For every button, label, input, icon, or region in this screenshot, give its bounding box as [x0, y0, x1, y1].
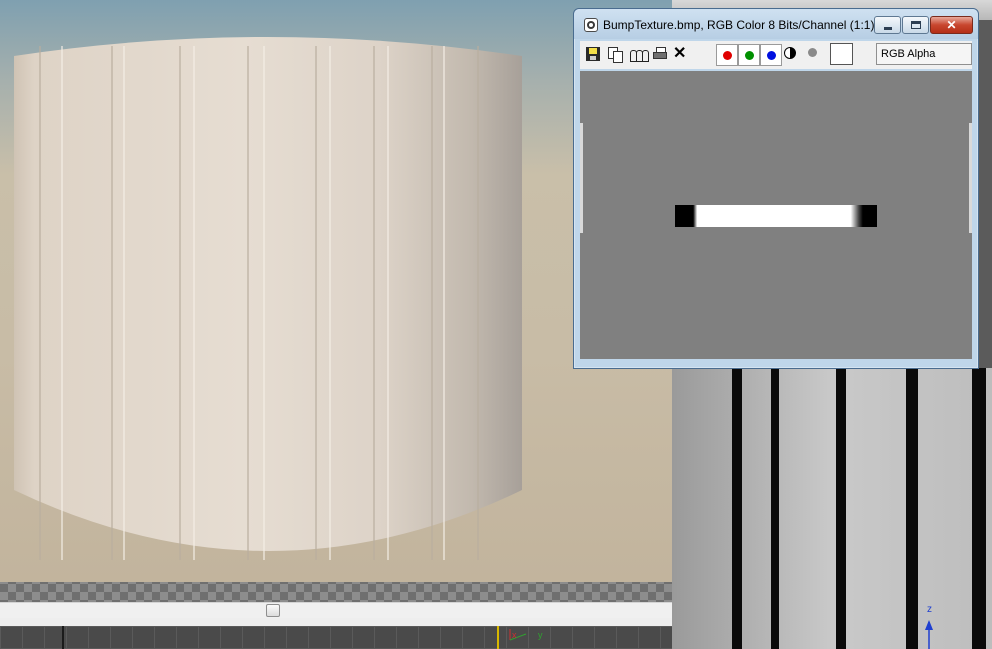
bump-texture-image	[675, 205, 877, 227]
window-titlebar[interactable]: BumpTexture.bmp, RGB Color 8 Bits/Channe…	[574, 9, 978, 39]
cylinder-body	[14, 37, 522, 551]
monochrome-button[interactable]	[807, 47, 820, 60]
blue-dot-icon	[767, 51, 776, 60]
window-title: BumpTexture.bmp, RGB Color 8 Bits/Channe…	[603, 18, 875, 32]
red-dot-icon	[723, 51, 732, 60]
image-viewer-window: BumpTexture.bmp, RGB Color 8 Bits/Channe…	[573, 8, 979, 369]
perspective-grid	[0, 626, 672, 649]
render-status-strip	[0, 618, 700, 626]
red-channel-button[interactable]	[716, 44, 738, 66]
close-icon: ✕	[946, 18, 957, 32]
svg-text:x: x	[512, 630, 517, 640]
maximize-icon	[911, 21, 921, 29]
svg-text:y: y	[538, 630, 543, 640]
maximize-button[interactable]	[902, 16, 929, 34]
channel-select[interactable]: RGB Alpha	[876, 43, 972, 65]
half-circle-icon	[784, 47, 796, 59]
texture-stripe	[906, 368, 918, 649]
image-toolbar: ✕ RGB Alpha	[580, 41, 972, 69]
texture-stripe	[771, 368, 779, 649]
minimize-button[interactable]	[874, 16, 901, 34]
view-axis-gizmo-icon: z	[922, 604, 952, 649]
image-canvas	[580, 71, 972, 359]
app-logo-icon	[584, 18, 598, 32]
texture-stripe	[732, 368, 742, 649]
horizontal-scrollbar[interactable]	[0, 602, 700, 618]
green-dot-icon	[745, 51, 754, 60]
print-icon[interactable]	[652, 46, 668, 62]
copy-icon[interactable]	[607, 46, 623, 63]
close-button[interactable]: ✕	[930, 16, 973, 34]
minimize-icon	[884, 27, 892, 30]
canvas-edge-highlight	[969, 123, 972, 233]
clear-icon[interactable]: ✕	[673, 46, 689, 62]
axis-gizmo-icon: x y	[497, 626, 543, 649]
grid-axis-line	[62, 626, 64, 649]
texture-stripe	[972, 368, 986, 649]
scrollbar-thumb[interactable]	[266, 604, 280, 617]
canvas-edge-highlight	[580, 123, 583, 233]
blue-channel-button[interactable]	[760, 44, 782, 66]
clone-icon[interactable]	[629, 46, 649, 62]
color-swatch[interactable]	[830, 43, 853, 65]
save-icon[interactable]	[585, 46, 601, 62]
gray-dot-icon	[808, 48, 817, 57]
green-channel-button[interactable]	[738, 44, 760, 66]
alpha-channel-button[interactable]	[784, 47, 797, 60]
texture-stripe	[836, 368, 846, 649]
